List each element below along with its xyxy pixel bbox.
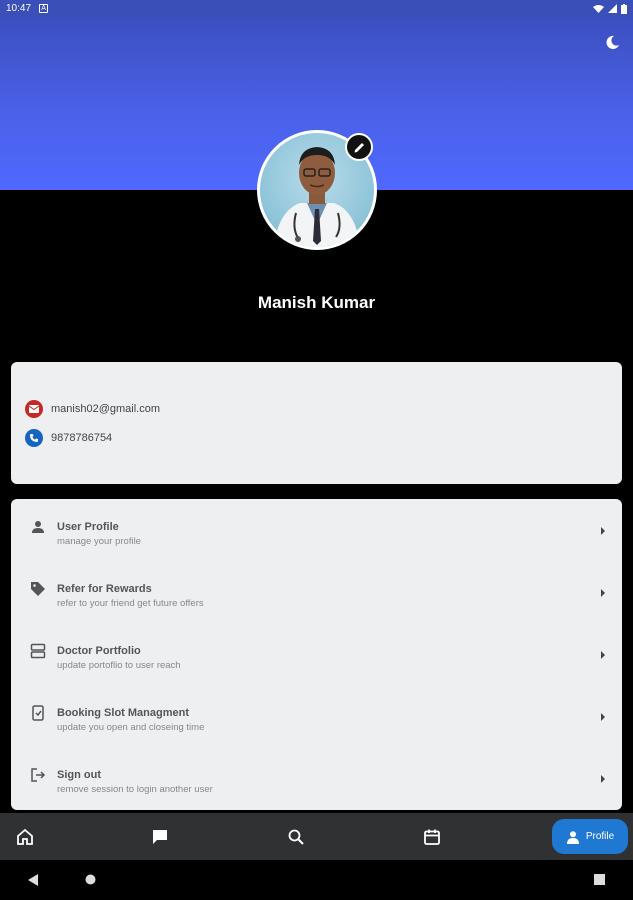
phone-text: 9878786754	[51, 432, 113, 444]
nav-search[interactable]	[286, 827, 306, 847]
home-icon	[17, 828, 33, 845]
chevron-right-icon	[601, 527, 605, 535]
menu-title: Doctor Portfolio	[57, 645, 141, 657]
chevron-right-icon	[601, 775, 605, 783]
menu-title: Sign out	[57, 769, 101, 781]
phone-row[interactable]: 9878786754	[25, 429, 112, 447]
pencil-icon	[354, 142, 364, 152]
menu-card: User Profile manage your profile Refer f…	[11, 499, 622, 810]
nav-home[interactable]	[15, 827, 35, 847]
logout-icon	[31, 768, 46, 782]
bottom-nav: Profile	[0, 813, 633, 860]
phone-icon	[25, 429, 43, 447]
menu-item-booking-slot[interactable]: Booking Slot Managment update you open a…	[11, 687, 622, 749]
contact-card: manish02@gmail.com 9878786754	[11, 362, 622, 484]
status-icons	[593, 3, 627, 14]
notification-icon: A	[39, 4, 49, 13]
server-icon	[30, 643, 46, 659]
menu-title: User Profile	[57, 521, 119, 533]
email-row[interactable]: manish02@gmail.com	[25, 400, 160, 418]
menu-item-sign-out[interactable]: Sign out remove session to login another…	[11, 749, 622, 811]
menu-subtitle: manage your profile	[57, 536, 141, 547]
menu-subtitle: update portoflio to user reach	[57, 660, 181, 671]
avatar-container	[257, 130, 377, 250]
chat-icon	[153, 830, 167, 844]
system-nav-bar	[0, 860, 633, 900]
menu-title: Booking Slot Managment	[57, 707, 189, 719]
wifi-icon	[593, 5, 604, 13]
menu-item-doctor-portfolio[interactable]: Doctor Portfolio update portoflio to use…	[11, 625, 622, 687]
nav-calendar[interactable]	[422, 827, 442, 847]
tag-icon	[31, 582, 45, 596]
chevron-right-icon	[601, 713, 605, 721]
person-icon	[566, 830, 579, 844]
status-time: 10:47	[6, 3, 32, 14]
menu-subtitle: remove session to login another user	[57, 784, 213, 795]
back-icon[interactable]	[28, 874, 39, 886]
nav-profile-label: Profile	[585, 831, 615, 842]
menu-item-refer-rewards[interactable]: Refer for Rewards refer to your friend g…	[11, 563, 622, 625]
nav-profile-active[interactable]: Profile	[552, 819, 628, 854]
email-icon	[25, 400, 43, 418]
chevron-right-icon	[601, 651, 605, 659]
chevron-right-icon	[601, 589, 605, 597]
calendar-icon	[424, 829, 440, 845]
recents-icon[interactable]	[594, 874, 605, 885]
edit-profile-button[interactable]	[345, 133, 373, 161]
menu-title: Refer for Rewards	[57, 583, 152, 595]
home-circle-icon[interactable]	[85, 874, 96, 885]
status-bar: 10:47 A	[0, 0, 633, 17]
booking-icon	[32, 705, 44, 721]
signal-icon	[608, 4, 617, 13]
user-name: Manish Kumar	[257, 293, 376, 312]
battery-icon	[621, 3, 627, 14]
person-icon	[32, 521, 44, 533]
menu-item-user-profile[interactable]: User Profile manage your profile	[11, 501, 622, 563]
menu-subtitle: update you open and closeing time	[57, 722, 205, 733]
menu-subtitle: refer to your friend get future offers	[57, 598, 204, 609]
email-text: manish02@gmail.com	[51, 403, 160, 415]
moon-icon[interactable]	[603, 33, 621, 51]
nav-chat[interactable]	[150, 827, 170, 847]
search-icon	[288, 829, 304, 845]
